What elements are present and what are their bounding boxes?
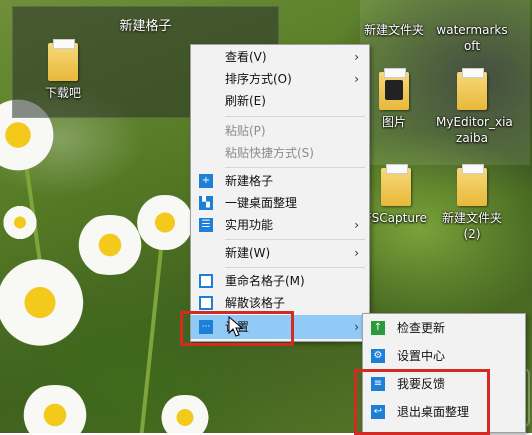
- dissolve-icon: [199, 296, 213, 310]
- menu-item-sort[interactable]: 排序方式(O) ›: [191, 67, 369, 91]
- feedback-icon: ≡: [371, 377, 385, 391]
- submenu-item-check-update[interactable]: ↑ 检查更新: [363, 316, 525, 340]
- menu-item-paste-shortcut[interactable]: 粘贴快捷方式(S): [191, 141, 369, 165]
- chevron-right-icon: ›: [354, 218, 359, 232]
- menu-item-new-fence[interactable]: + 新建格子: [191, 169, 369, 193]
- more-icon: ···: [199, 320, 213, 334]
- fence-title: 新建格子: [119, 19, 172, 34]
- daisy-flower: [15, 385, 95, 433]
- desktop-icon-label: watermarks oft: [436, 23, 508, 53]
- list-icon: ☰: [199, 218, 213, 232]
- menu-item-label: 新建(W): [225, 246, 271, 260]
- menu-item-label: 新建格子: [225, 174, 274, 188]
- gear-icon: ⚙: [371, 349, 385, 363]
- submenu-item-settings-center[interactable]: ⚙ 设置中心: [363, 344, 525, 368]
- upload-arrow-icon: ↑: [371, 321, 385, 335]
- submenu-item-label: 设置中心: [397, 349, 446, 363]
- menu-item-auto-organize[interactable]: ▚ 一键桌面整理: [191, 191, 369, 215]
- desktop-icon-fscapture[interactable]: FSCapture: [360, 164, 432, 226]
- folder-icon: [381, 164, 411, 206]
- menu-item-label: 解散该格子: [225, 296, 286, 310]
- menu-separator: [225, 239, 365, 240]
- menu-item-label: 粘贴快捷方式(S): [225, 146, 314, 160]
- folder-icon: [457, 164, 487, 206]
- folder-icon: [457, 68, 487, 110]
- desktop-icon-label: MyEditor_xia zaiba: [436, 115, 513, 145]
- submenu-item-label: 退出桌面整理: [397, 405, 470, 419]
- menu-item-label: 一键桌面整理: [225, 196, 298, 210]
- fence-item-download[interactable]: 下载吧: [27, 39, 99, 101]
- folder-icon: [379, 68, 409, 110]
- daisy-flower: [155, 395, 215, 433]
- settings-submenu: ↑ 检查更新 ⚙ 设置中心 ≡ 我要反馈 ↩ 退出桌面整理: [362, 313, 526, 433]
- desktop-icon-label: 新建文件夹 (2): [441, 211, 502, 241]
- menu-separator: [225, 116, 365, 117]
- menu-item-new[interactable]: 新建(W) ›: [191, 241, 369, 265]
- chevron-right-icon: ›: [354, 72, 359, 86]
- desktop-icon-label: 新建文件夹: [363, 23, 424, 37]
- layout-icon: ▚: [199, 196, 213, 210]
- plus-icon: +: [199, 174, 213, 188]
- menu-item-refresh[interactable]: 刷新(E): [191, 89, 369, 113]
- chevron-right-icon: ›: [354, 50, 359, 64]
- desktop-icon-new-folder[interactable]: 新建文件夹: [358, 2, 430, 38]
- desktop-icon-watermarksoft[interactable]: watermarks oft: [436, 2, 508, 54]
- menu-item-paste[interactable]: 粘贴(P): [191, 119, 369, 143]
- desktop-icon-label: 图片: [381, 115, 406, 129]
- submenu-item-label: 我要反馈: [397, 377, 446, 391]
- desktop-icon-myeditor[interactable]: MyEditor_xia zaiba: [436, 68, 513, 146]
- menu-separator: [225, 167, 365, 168]
- menu-item-label: 粘贴(P): [225, 124, 266, 138]
- daisy-flower: [0, 205, 40, 240]
- desktop-icon-label: FSCapture: [364, 211, 428, 225]
- fence-item-label: 下载吧: [44, 86, 81, 100]
- menu-item-label: 重命名格子(M): [225, 274, 305, 288]
- menu-item-label: 排序方式(O): [225, 72, 292, 86]
- submenu-item-exit[interactable]: ↩ 退出桌面整理: [363, 400, 525, 424]
- submenu-item-label: 检查更新: [397, 321, 446, 335]
- menu-item-settings[interactable]: ··· 设置 ›: [191, 315, 369, 339]
- menu-item-utilities[interactable]: ☰ 实用功能 ›: [191, 213, 369, 237]
- edit-icon: [199, 274, 213, 288]
- menu-item-label: 刷新(E): [225, 94, 266, 108]
- daisy-flower: [0, 255, 90, 350]
- chevron-right-icon: ›: [354, 320, 359, 334]
- menu-item-rename-fence[interactable]: 重命名格子(M): [191, 269, 369, 293]
- menu-item-view[interactable]: 查看(V) ›: [191, 45, 369, 69]
- menu-item-label: 实用功能: [225, 218, 274, 232]
- menu-item-label: 查看(V): [225, 50, 267, 64]
- submenu-item-feedback[interactable]: ≡ 我要反馈: [363, 372, 525, 396]
- menu-separator: [225, 267, 365, 268]
- desktop-icon-new-folder-2[interactable]: 新建文件夹 (2): [436, 164, 508, 242]
- folder-icon: [48, 39, 78, 81]
- menu-item-dissolve-fence[interactable]: 解散该格子: [191, 291, 369, 315]
- mouse-cursor-icon: [228, 316, 244, 337]
- exit-icon: ↩: [371, 405, 385, 419]
- context-menu: 查看(V) › 排序方式(O) › 刷新(E) 粘贴(P) 粘贴快捷方式(S) …: [190, 44, 370, 342]
- chevron-right-icon: ›: [354, 246, 359, 260]
